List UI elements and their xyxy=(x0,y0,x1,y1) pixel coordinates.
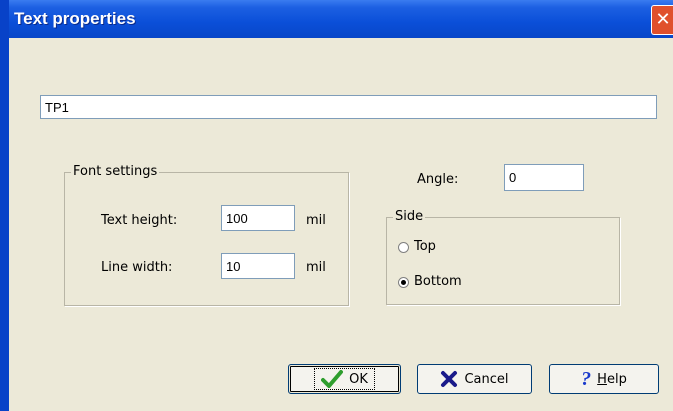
angle-field[interactable] xyxy=(504,164,584,191)
close-button[interactable]: ✕ xyxy=(651,5,673,35)
text-height-label: Text height: xyxy=(101,213,178,228)
text-height-unit: mil xyxy=(306,213,326,228)
ok-button[interactable]: OK xyxy=(288,364,401,394)
side-group: Side xyxy=(386,209,620,305)
close-icon: ✕ xyxy=(655,9,671,30)
window-left-border xyxy=(0,0,9,411)
font-settings-legend: Font settings xyxy=(71,164,160,179)
cancel-label: Cancel xyxy=(464,371,509,387)
line-width-unit: mil xyxy=(306,260,326,275)
ok-focus-rect: OK xyxy=(314,368,375,390)
radio-top-label[interactable]: Top xyxy=(414,239,436,254)
help-label: Help xyxy=(597,371,627,387)
text-value-field[interactable] xyxy=(40,95,657,119)
ok-label: OK xyxy=(349,371,368,387)
text-height-field[interactable] xyxy=(221,205,295,231)
checkmark-icon xyxy=(321,370,344,388)
dialog-body: Font settings Text height: mil Line widt… xyxy=(9,38,673,411)
help-question-icon: ? xyxy=(581,367,592,390)
help-button[interactable]: ? Help xyxy=(549,364,659,394)
cancel-button[interactable]: Cancel xyxy=(417,364,532,394)
radio-bottom-label[interactable]: Bottom xyxy=(414,274,462,289)
line-width-label: Line width: xyxy=(101,260,173,275)
side-legend: Side xyxy=(393,209,426,224)
angle-label: Angle: xyxy=(417,172,459,187)
radio-top-circle[interactable] xyxy=(398,242,409,253)
window-title: Text properties xyxy=(14,9,136,28)
radio-bottom-circle[interactable] xyxy=(398,277,409,288)
cancel-x-icon xyxy=(441,371,458,387)
title-bar[interactable]: Text properties ✕ xyxy=(0,0,673,38)
line-width-field[interactable] xyxy=(221,253,295,279)
font-settings-group: Font settings xyxy=(64,164,349,306)
